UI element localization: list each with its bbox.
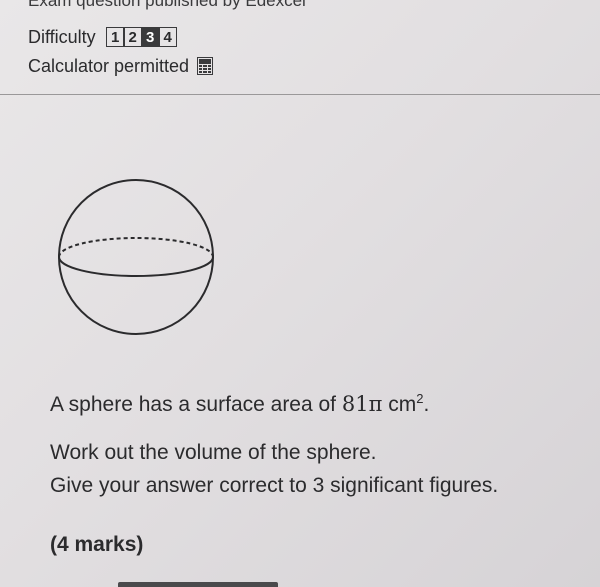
difficulty-level-1: 1 — [105, 27, 125, 47]
sphere-outline — [58, 179, 214, 335]
exam-source-header: Exam question published by Edexcel — [28, 0, 306, 10]
sphere-equator-back — [58, 237, 214, 258]
question-prefix: A sphere has a surface area of — [50, 393, 342, 416]
question-statement: A sphere has a surface area of 81π cm2. — [50, 384, 429, 420]
difficulty-level-4: 4 — [158, 27, 178, 47]
surface-area-unit: cm — [388, 393, 417, 416]
question-suffix: . — [423, 393, 430, 416]
difficulty-levels: 1 2 3 4 — [105, 27, 178, 47]
calculator-label: Calculator permitted — [28, 55, 190, 76]
instruction-line-1: Work out the volume of the sphere. — [50, 441, 377, 464]
calculator-icon — [197, 57, 214, 75]
calculator-row: Calculator permitted — [28, 54, 214, 78]
sphere-diagram — [58, 179, 214, 335]
sphere-equator-front — [58, 256, 214, 277]
difficulty-level-3-selected: 3 — [140, 27, 160, 47]
difficulty-level-2: 2 — [123, 27, 143, 47]
surface-area-value: 81π — [341, 392, 383, 416]
difficulty-row: Difficulty 1 2 3 4 — [28, 25, 178, 49]
difficulty-label: Difficulty — [28, 26, 96, 47]
instruction-line-2: Give your answer correct to 3 significan… — [50, 474, 499, 497]
section-divider — [0, 94, 600, 95]
bottom-bar — [118, 582, 278, 587]
marks-label: (4 marks) — [50, 533, 144, 556]
